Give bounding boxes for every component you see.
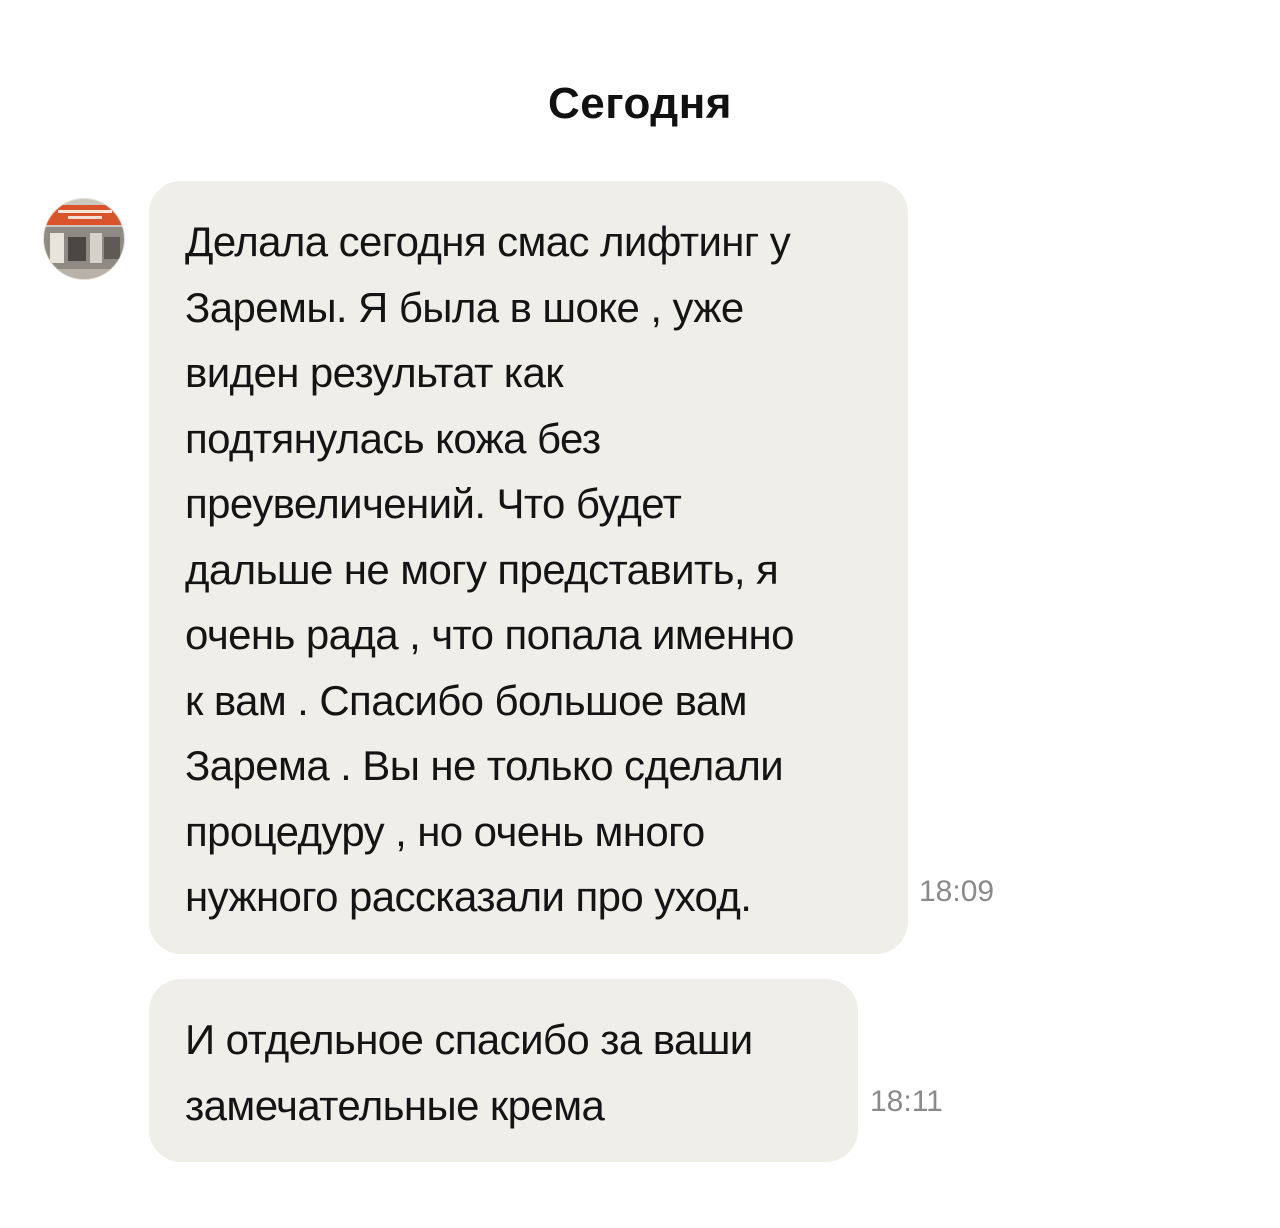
- message-bubble[interactable]: И отдельное спасибо за ваши замечательны…: [149, 979, 858, 1162]
- message-timestamp: 18:11: [870, 1085, 943, 1118]
- sender-avatar[interactable]: [43, 198, 125, 280]
- message-text: И отдельное спасибо за ваши замечательны…: [185, 1016, 753, 1129]
- message-timestamp: 18:09: [919, 875, 995, 908]
- message-bubble[interactable]: Делала сегодня смас лифтинг у Заремы. Я …: [149, 181, 908, 954]
- avatar-image-icon: [44, 199, 124, 279]
- date-separator: Сегодня: [548, 79, 732, 128]
- message-text: Делала сегодня смас лифтинг у Заремы. Я …: [185, 218, 794, 920]
